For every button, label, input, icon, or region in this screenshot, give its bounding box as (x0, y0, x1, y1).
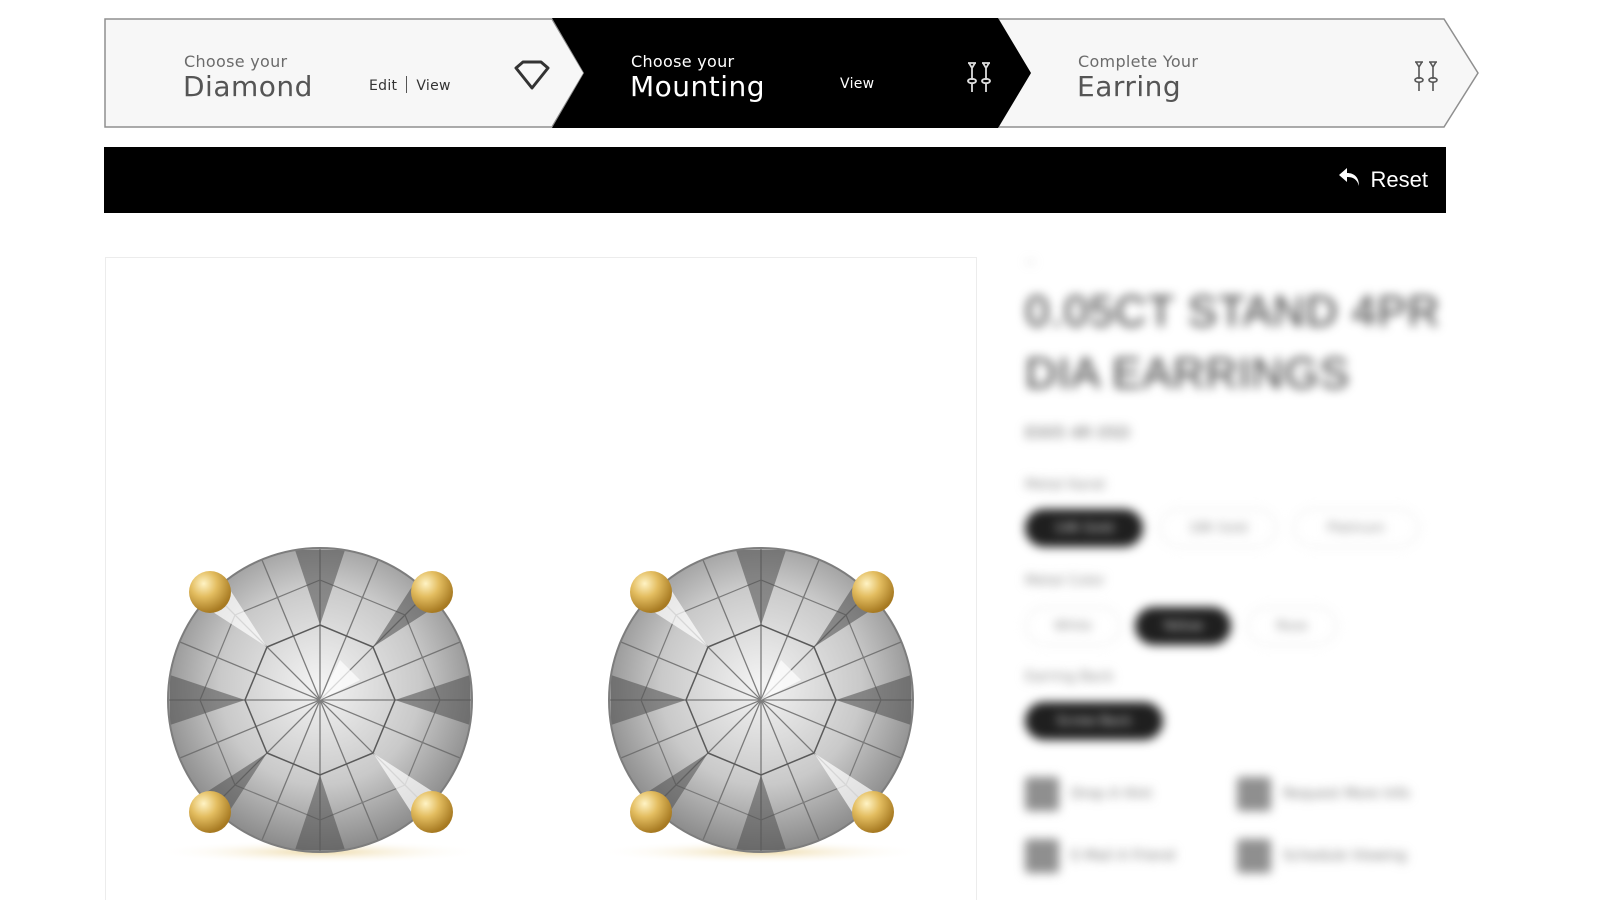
link-separator (406, 76, 408, 93)
reset-label: Reset (1370, 167, 1428, 192)
email-friend-link[interactable]: E-Mail A Friend (1025, 839, 1175, 873)
step-complete-earring[interactable]: Complete Your Earring (1014, 18, 1454, 130)
color-option-white[interactable]: White (1025, 607, 1121, 645)
schedule-viewing-link[interactable]: Schedule Viewing (1237, 839, 1407, 873)
drop-hint-label: Drop A Hint (1071, 786, 1152, 802)
progress-steps: Choose your Diamond Edit View Choose your… (104, 18, 1484, 130)
reset-button[interactable]: Reset (1337, 164, 1428, 196)
metal-option-14k[interactable]: 14K Gold (1025, 509, 1143, 547)
step-diamond-links: Edit View (369, 76, 451, 94)
step-mounting-subtitle: Choose your (631, 52, 735, 71)
step-diamond-subtitle: Choose your (184, 52, 288, 71)
breadcrumb: ~ (1025, 255, 1036, 270)
color-option-yellow[interactable]: Yellow (1135, 607, 1231, 645)
product-image (105, 257, 977, 900)
gift-icon (1025, 777, 1059, 811)
step-mounting-links: View (840, 76, 874, 92)
step-diamond-title: Diamond (183, 70, 313, 103)
mail-icon (1025, 839, 1059, 873)
step-earring-title: Earring (1077, 70, 1182, 103)
step-mounting-title: Mounting (630, 70, 766, 103)
schedule-viewing-label: Schedule Viewing (1283, 848, 1407, 864)
earring-studs-image (154, 547, 927, 865)
request-info-label: Request More Info (1283, 786, 1410, 802)
edit-diamond-link[interactable]: Edit (369, 78, 397, 94)
product-details-panel: ~ 0.05CT STAND 4PR DIA EARRINGS E005 4R … (1025, 255, 1465, 900)
view-diamond-link[interactable]: View (416, 78, 450, 94)
email-friend-label: E-Mail A Friend (1071, 848, 1175, 864)
metal-option-18k[interactable]: 18K Gold (1159, 509, 1277, 547)
product-title: 0.05CT STAND 4PR DIA EARRINGS (1025, 287, 1441, 398)
metal-color-label: Metal Color (1025, 573, 1105, 589)
metal-karat-label: Metal Karat (1025, 477, 1106, 493)
right-earring-stud (595, 547, 927, 865)
earring-studs-icon (964, 60, 994, 98)
step-choose-mounting[interactable]: Choose your Mounting View (564, 18, 1004, 130)
view-mounting-link[interactable]: View (840, 76, 874, 92)
calendar-icon (1237, 839, 1271, 873)
color-option-rose[interactable]: Rose (1247, 607, 1337, 645)
action-bar: Reset (104, 147, 1446, 213)
step-earring-subtitle: Complete Your (1078, 52, 1199, 71)
product-sku: E005 4R 05D (1025, 423, 1130, 442)
metal-option-platinum[interactable]: Platinum (1293, 509, 1419, 547)
drop-hint-link[interactable]: Drop A Hint (1025, 777, 1152, 811)
left-earring-stud (154, 547, 486, 865)
info-icon (1237, 777, 1271, 811)
undo-arrow-icon (1337, 166, 1363, 194)
diamond-outline-icon (514, 60, 550, 94)
earring-studs-icon (1411, 59, 1441, 97)
step-choose-diamond[interactable]: Choose your Diamond Edit View (104, 18, 564, 130)
backing-option-screw[interactable]: Screw Back (1025, 702, 1163, 740)
earring-back-label: Earring Back (1025, 669, 1114, 685)
request-info-link[interactable]: Request More Info (1237, 777, 1410, 811)
